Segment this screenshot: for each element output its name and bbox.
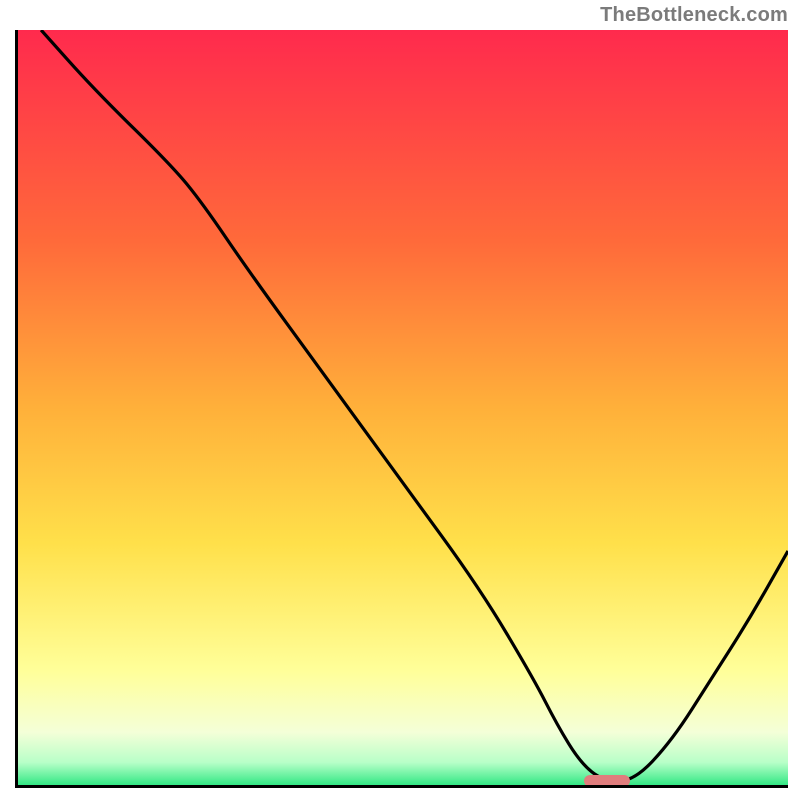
gradient-background bbox=[18, 30, 788, 785]
optimal-marker bbox=[584, 775, 630, 787]
attribution-label: TheBottleneck.com bbox=[600, 4, 788, 27]
plot-area bbox=[15, 30, 788, 788]
chart-container: TheBottleneck.com bbox=[0, 0, 800, 800]
